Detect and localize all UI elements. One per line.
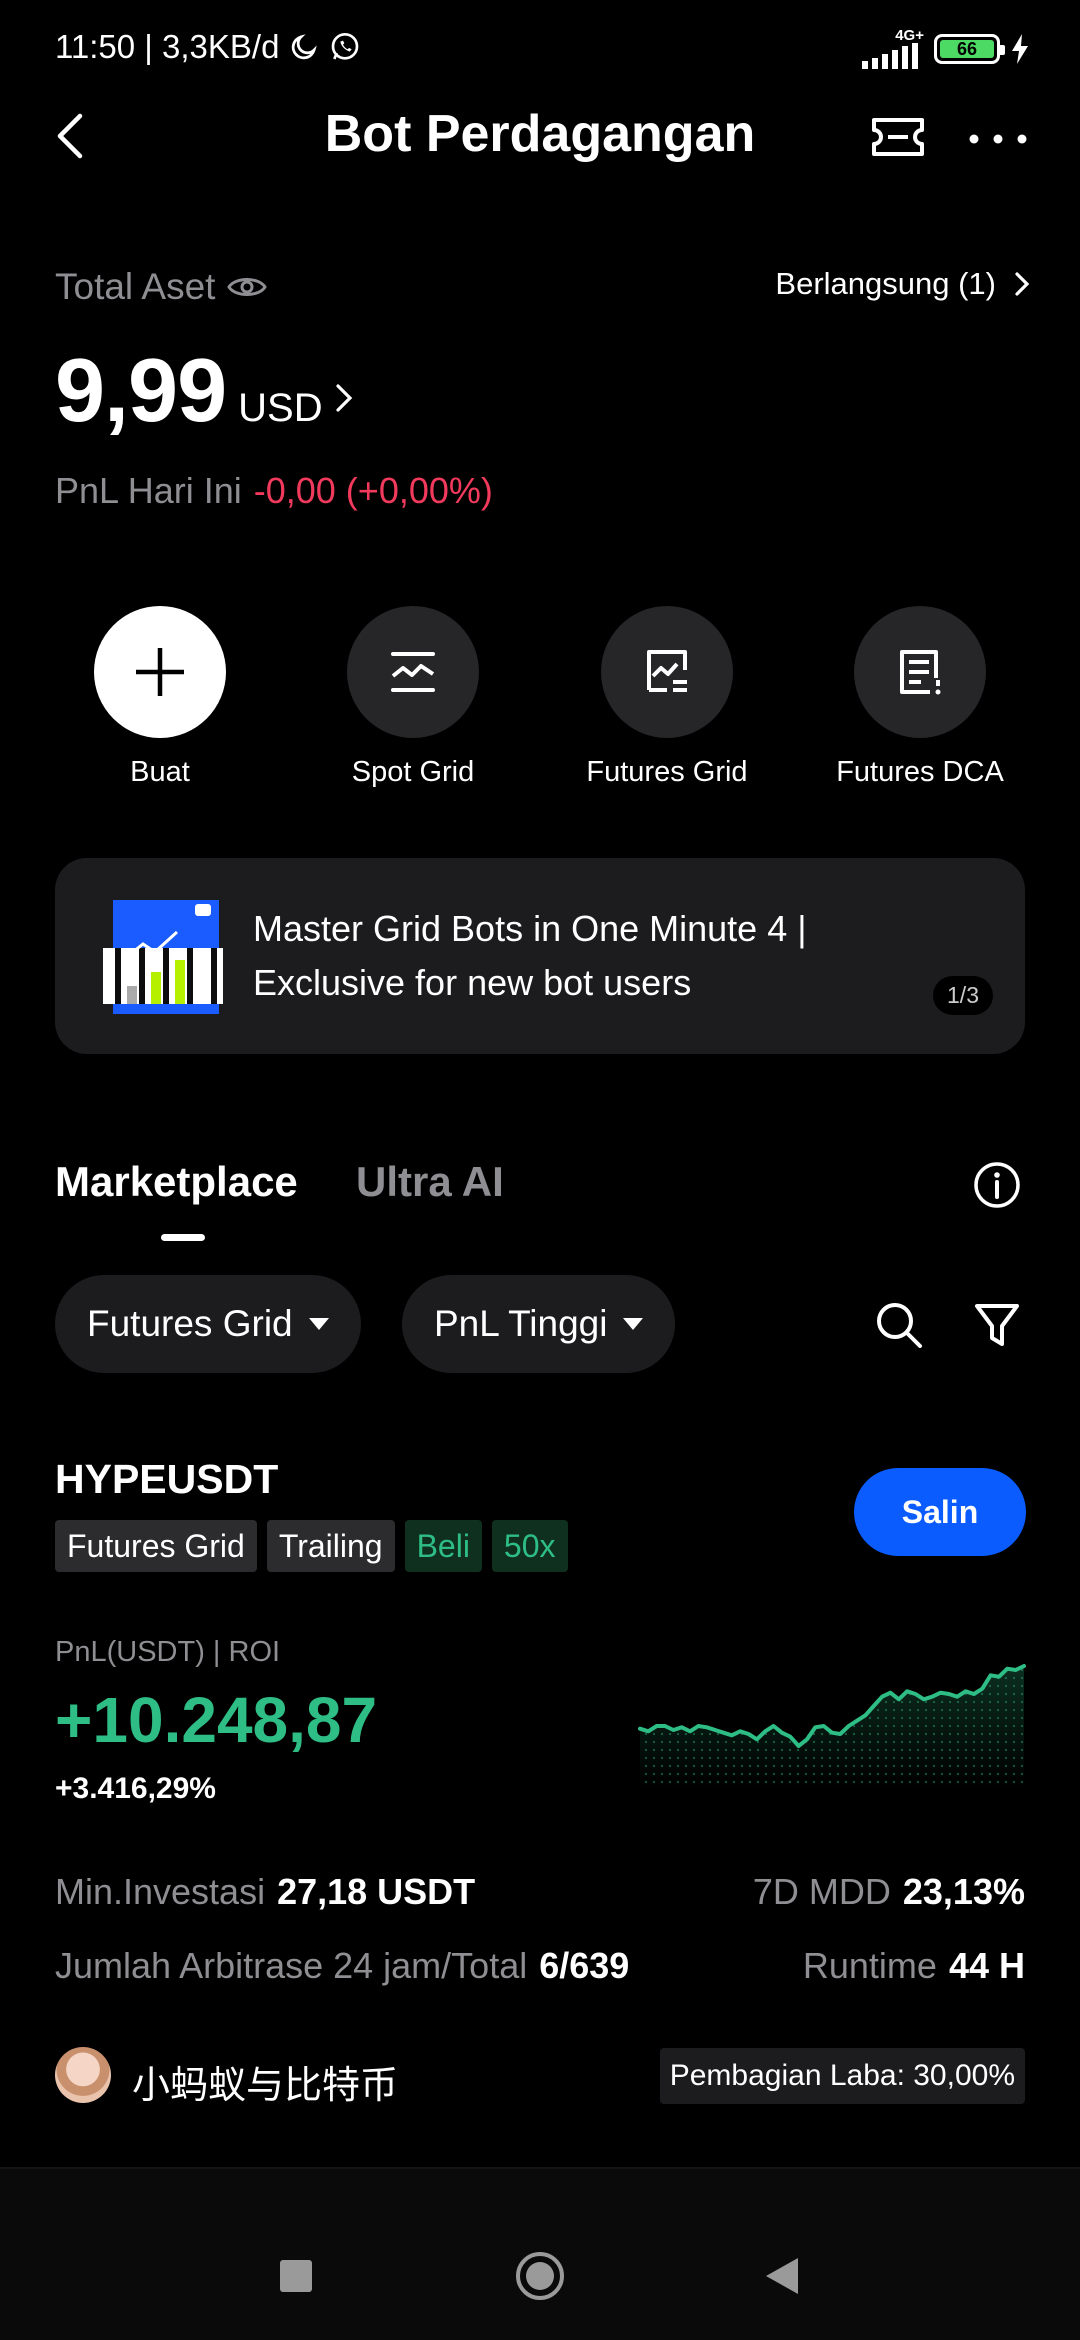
shortcut-spot-grid-label: Spot Grid — [351, 756, 475, 788]
copy-bot-button[interactable]: Salin — [854, 1468, 1026, 1556]
battery-icon: 66 — [934, 33, 1005, 64]
shortcut-spot-grid-circle[interactable] — [347, 606, 479, 738]
pnl-sparkline-chart — [638, 1664, 1026, 1788]
total-asset-text: Total Aset — [55, 266, 216, 307]
stat-mdd-label: 7D MDD — [752, 1871, 891, 1912]
status-bar-left: 11:50 | 3,3KB/d — [55, 28, 361, 66]
total-asset-value[interactable]: 9,99 USD — [55, 340, 353, 443]
bot-tags: Futures Grid Trailing Beli 50x — [55, 1520, 568, 1572]
stat-runtime: Runtime 44 H — [803, 1945, 1025, 1987]
filter-sort[interactable]: PnL Tinggi — [402, 1275, 676, 1373]
shortcut-futures-dca[interactable]: Futures DCA — [800, 606, 1040, 789]
shortcut-futures-dca-label: Futures DCA — [836, 756, 1004, 788]
tab-marketplace[interactable]: Marketplace — [55, 1158, 298, 1206]
bot-roi-value: +3.416,29% — [55, 1772, 216, 1805]
bot-pair[interactable]: HYPEUSDT — [55, 1456, 278, 1503]
tag-trailing: Trailing — [266, 1520, 395, 1572]
tag-bot-type: Futures Grid — [55, 1520, 257, 1572]
stat-min-investment: Min.Investasi 27,18 USDT — [55, 1871, 475, 1913]
stat-arbitrage: Jumlah Arbitrase 24 jam/Total 6/639 — [55, 1945, 629, 1987]
home-icon[interactable] — [514, 2250, 566, 2302]
status-time-speed: 11:50 | 3,3KB/d — [55, 28, 280, 65]
shortcut-spot-grid[interactable]: Spot Grid — [293, 606, 533, 789]
tab-ultra-ai[interactable]: Ultra AI — [356, 1158, 504, 1206]
running-bots-label: Berlangsung (1) — [775, 266, 996, 301]
network-type: 4G+ — [895, 27, 924, 44]
total-asset-label: Total Aset — [55, 266, 268, 308]
filter-bot-type[interactable]: Futures Grid — [55, 1275, 361, 1373]
profit-share-badge: Pembagian Laba: 30,00% — [659, 2048, 1025, 2104]
chevron-right-icon — [336, 383, 352, 412]
spot-grid-icon — [391, 652, 435, 692]
shortcut-futures-grid[interactable]: Futures Grid — [547, 606, 787, 789]
plus-icon — [136, 648, 184, 696]
bot-pnl-value: +10.248,87 — [55, 1684, 378, 1756]
shortcut-futures-grid-circle[interactable] — [601, 606, 733, 738]
pnl-today-label: PnL Hari Ini — [55, 470, 242, 511]
moon-icon — [292, 34, 318, 60]
running-bots-link[interactable]: Berlangsung (1) — [775, 266, 1030, 302]
signal-indicator: 4G+ — [862, 28, 924, 69]
stat-mdd: 7D MDD 23,13% — [753, 1871, 1025, 1913]
signal-icon — [862, 43, 918, 69]
status-bar-right: 4G+ 66 — [862, 28, 1030, 69]
stat-runtime-label: Runtime — [802, 1945, 937, 1986]
charging-icon — [1012, 33, 1028, 64]
eye-icon[interactable] — [227, 272, 268, 302]
grid-bot-illustration — [103, 900, 223, 1014]
chevron-right-icon — [1015, 272, 1030, 296]
battery-level: 66 — [940, 39, 994, 58]
more-options-icon[interactable] — [966, 112, 1030, 162]
banner-text: Master Grid Bots in One Minute 4 | Exclu… — [253, 908, 807, 1003]
ticket-icon[interactable] — [870, 112, 926, 162]
stat-min-investment-label: Min.Investasi — [55, 1871, 266, 1912]
filter-funnel-icon[interactable] — [972, 1300, 1022, 1350]
futures-dca-icon — [900, 650, 941, 695]
shortcut-futures-grid-label: Futures Grid — [586, 756, 748, 788]
asset-unit: USD — [238, 386, 323, 430]
recent-apps-icon[interactable] — [280, 2260, 312, 2292]
pnl-today-value: -0,00 (+0,00%) — [253, 470, 493, 511]
shortcut-futures-dca-circle[interactable] — [854, 606, 986, 738]
caret-down-icon — [308, 1318, 329, 1330]
filter-sort-label: PnL Tinggi — [434, 1303, 608, 1344]
pnl-today: PnL Hari Ini -0,00 (+0,00%) — [55, 470, 493, 512]
shortcut-create-circle[interactable] — [94, 606, 226, 738]
stat-arbitrage-value: 6/639 — [539, 1945, 630, 1986]
caret-down-icon — [623, 1318, 644, 1330]
nav-back-icon[interactable] — [764, 2256, 800, 2296]
stat-arbitrage-label: Jumlah Arbitrase 24 jam/Total — [55, 1945, 528, 1986]
tag-direction: Beli — [404, 1520, 482, 1572]
search-icon[interactable] — [874, 1300, 924, 1350]
whatsapp-icon — [332, 32, 359, 60]
promo-banner[interactable]: Master Grid Bots in One Minute 4 | Exclu… — [55, 858, 1025, 1054]
info-icon[interactable] — [972, 1160, 1022, 1210]
stat-runtime-value: 44 H — [948, 1945, 1025, 1986]
bot-pnl-label: PnL(USDT) | ROI — [55, 1636, 281, 1668]
futures-grid-icon — [647, 650, 687, 692]
filter-bot-type-label: Futures Grid — [87, 1303, 293, 1344]
tag-leverage: 50x — [491, 1520, 568, 1572]
avatar[interactable] — [55, 2047, 111, 2103]
tab-active-indicator — [161, 1234, 205, 1241]
banner-pager: 1/3 — [933, 976, 993, 1015]
stat-mdd-value: 23,13% — [902, 1871, 1025, 1912]
shortcut-create[interactable]: Buat — [40, 606, 280, 789]
asset-amount: 9,99 — [55, 341, 227, 441]
bot-owner-name[interactable]: 小蚂蚁与比特币 — [132, 2054, 398, 2109]
stat-min-investment-value: 27,18 USDT — [277, 1871, 476, 1912]
shortcut-create-label: Buat — [130, 756, 190, 788]
